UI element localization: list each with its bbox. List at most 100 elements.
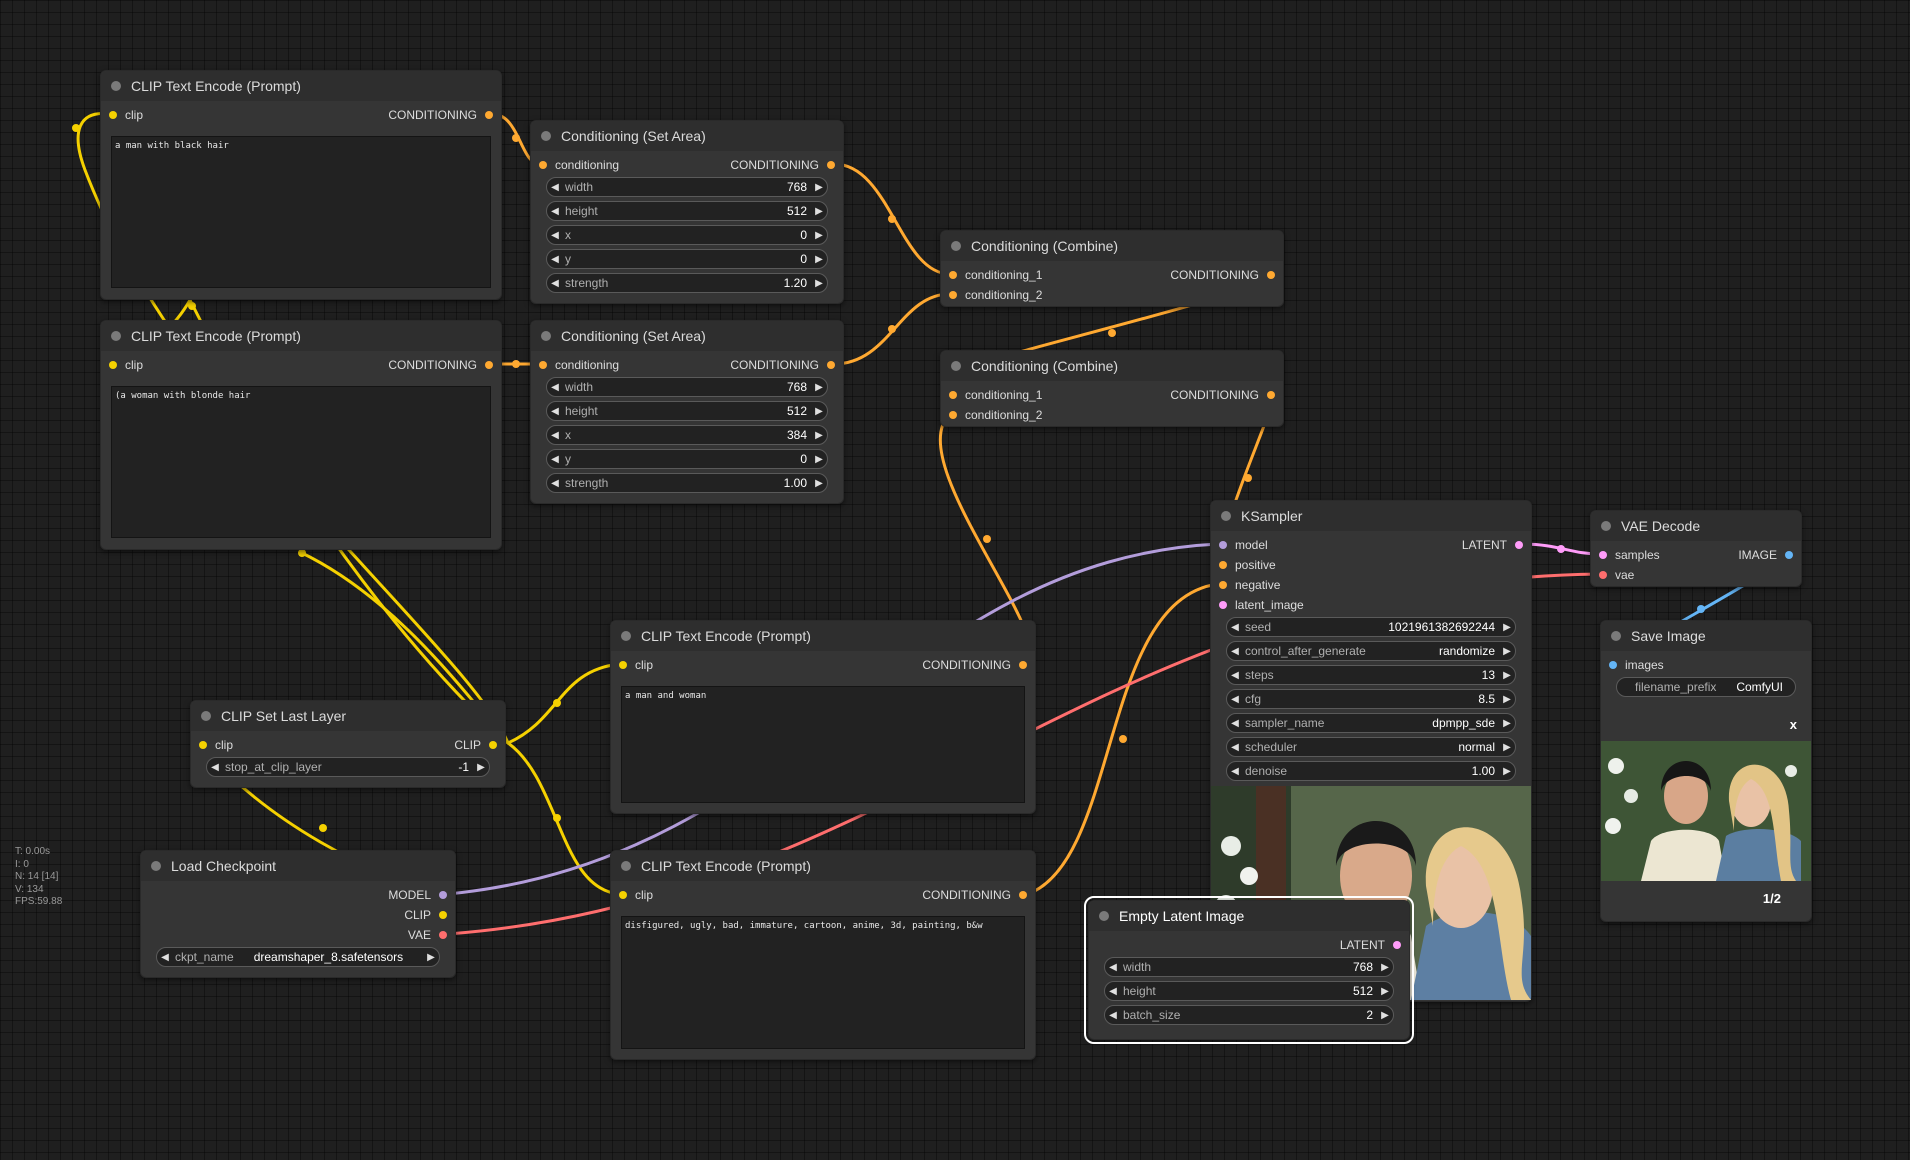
increment-arrow-icon[interactable]: ▶ [811,406,827,417]
node-title-bar[interactable]: Save Image [1601,621,1811,651]
decrement-arrow-icon[interactable]: ◀ [1227,694,1243,705]
increment-arrow-icon[interactable]: ▶ [811,206,827,217]
vae-socket-icon[interactable] [1599,571,1607,579]
clip-text-encode-node[interactable]: CLIP Text Encode (Prompt) clip CONDITION… [610,620,1036,814]
prompt-textarea[interactable]: a man with black hair [111,136,491,288]
conditioning-socket-icon[interactable] [1267,391,1275,399]
widget-value[interactable]: dpmpp_sde [1432,716,1499,730]
conditioning-socket-icon[interactable] [539,161,547,169]
decrement-arrow-icon[interactable]: ◀ [1227,670,1243,681]
cfg-widget[interactable]: ◀ cfg 8.5 ▶ [1226,689,1516,709]
increment-arrow-icon[interactable]: ▶ [1377,1010,1393,1021]
load-checkpoint-node[interactable]: Load Checkpoint MODEL CLIP VAE ◀ ckpt_nam… [140,850,456,978]
decrement-arrow-icon[interactable]: ◀ [547,182,563,193]
input-conditioning-1-socket[interactable]: conditioning_1 [949,268,1042,282]
ckpt-name-widget[interactable]: ◀ ckpt_name dreamshaper_8.safetensors ▶ [156,947,440,967]
conditioning-socket-icon[interactable] [949,271,957,279]
clip-text-encode-node[interactable]: CLIP Text Encode (Prompt) clip CONDITION… [100,320,502,550]
increment-arrow-icon[interactable]: ▶ [811,278,827,289]
latent-socket-icon[interactable] [1599,551,1607,559]
decrement-arrow-icon[interactable]: ◀ [547,406,563,417]
decrement-arrow-icon[interactable]: ◀ [1227,622,1243,633]
collapse-dot-icon[interactable] [111,331,121,341]
increment-arrow-icon[interactable]: ▶ [811,182,827,193]
node-title-bar[interactable]: KSampler [1211,501,1531,531]
image-socket-icon[interactable] [1609,661,1617,669]
control-after-generate-widget[interactable]: ◀ control_after_generate randomize ▶ [1226,641,1516,661]
width-widget[interactable]: ◀ width 768 ▶ [546,177,828,197]
node-title-bar[interactable]: Conditioning (Combine) [941,231,1283,261]
node-title-bar[interactable]: CLIP Text Encode (Prompt) [101,71,501,101]
increment-arrow-icon[interactable]: ▶ [811,382,827,393]
widget-value[interactable]: 512 [1353,984,1377,998]
widget-value[interactable]: 1.20 [784,276,811,290]
height-widget[interactable]: ◀ height 512 ▶ [1104,981,1394,1001]
clip-socket-icon[interactable] [489,741,497,749]
decrement-arrow-icon[interactable]: ◀ [1227,646,1243,657]
increment-arrow-icon[interactable]: ▶ [1499,742,1515,753]
collapse-dot-icon[interactable] [111,81,121,91]
clip-socket-icon[interactable] [199,741,207,749]
increment-arrow-icon[interactable]: ▶ [1377,962,1393,973]
widget-value[interactable]: 8.5 [1478,692,1499,706]
output-conditioning-socket[interactable]: CONDITIONING [922,888,1027,902]
image-pager[interactable]: 1/2 [1763,891,1781,906]
decrement-arrow-icon[interactable]: ◀ [547,278,563,289]
collapse-dot-icon[interactable] [541,131,551,141]
widget-value[interactable]: 512 [787,404,811,418]
prompt-textarea[interactable]: disfigured, ugly, bad, immature, cartoon… [621,916,1025,1049]
x-widget[interactable]: ◀ x 0 ▶ [546,225,828,245]
clip-socket-icon[interactable] [109,111,117,119]
decrement-arrow-icon[interactable]: ◀ [1105,962,1121,973]
input-clip-socket[interactable]: clip [109,358,143,372]
widget-value[interactable]: 2 [1366,1008,1377,1022]
latent-socket-icon[interactable] [1515,541,1523,549]
output-image-socket[interactable]: IMAGE [1738,548,1793,562]
model-socket-icon[interactable] [439,891,447,899]
collapse-dot-icon[interactable] [621,631,631,641]
prompt-textarea[interactable]: a man and woman [621,686,1025,803]
increment-arrow-icon[interactable]: ▶ [811,230,827,241]
input-conditioning-1-socket[interactable]: conditioning_1 [949,388,1042,402]
conditioning-socket-icon[interactable] [827,161,835,169]
increment-arrow-icon[interactable]: ▶ [1499,646,1515,657]
input-conditioning-2-socket[interactable]: conditioning_2 [949,408,1042,422]
latent-socket-icon[interactable] [1393,941,1401,949]
output-latent-socket[interactable]: LATENT [1340,938,1401,952]
conditioning-combine-node[interactable]: Conditioning (Combine) conditioning_1 co… [940,230,1284,307]
increment-arrow-icon[interactable]: ▶ [811,478,827,489]
conditioning-socket-icon[interactable] [1019,661,1027,669]
input-conditioning-socket[interactable]: conditioning [539,158,619,172]
decrement-arrow-icon[interactable]: ◀ [547,382,563,393]
collapse-dot-icon[interactable] [621,861,631,871]
seed-widget[interactable]: ◀ seed 1021961382692244 ▶ [1226,617,1516,637]
decrement-arrow-icon[interactable]: ◀ [207,762,223,773]
conditioning-socket-icon[interactable] [1019,891,1027,899]
sampler-name-widget[interactable]: ◀ sampler_name dpmpp_sde ▶ [1226,713,1516,733]
denoise-widget[interactable]: ◀ denoise 1.00 ▶ [1226,761,1516,781]
conditioning-set-area-node[interactable]: Conditioning (Set Area) conditioning CON… [530,320,844,504]
output-latent-socket[interactable]: LATENT [1462,538,1523,552]
node-title-bar[interactable]: CLIP Set Last Layer [191,701,505,731]
save-image-node[interactable]: Save Image images filename_prefix ComfyUI… [1600,620,1812,922]
conditioning-socket-icon[interactable] [949,411,957,419]
strength-widget[interactable]: ◀ strength 1.00 ▶ [546,473,828,493]
output-clip-socket[interactable]: CLIP [404,908,447,922]
latent-socket-icon[interactable] [1219,601,1227,609]
widget-value[interactable]: 512 [787,204,811,218]
collapse-dot-icon[interactable] [151,861,161,871]
collapse-dot-icon[interactable] [1099,911,1109,921]
clip-set-last-layer-node[interactable]: CLIP Set Last Layer clip CLIP ◀ stop_at_c… [190,700,506,788]
stop-at-clip-layer-widget[interactable]: ◀ stop_at_clip_layer -1 ▶ [206,757,490,777]
collapse-dot-icon[interactable] [1221,511,1231,521]
decrement-arrow-icon[interactable]: ◀ [547,230,563,241]
output-conditioning-socket[interactable]: CONDITIONING [922,658,1027,672]
node-title-bar[interactable]: Empty Latent Image [1089,901,1409,931]
model-socket-icon[interactable] [1219,541,1227,549]
widget-value[interactable]: 0 [800,228,811,242]
input-samples-socket[interactable]: samples [1599,548,1660,562]
node-title-bar[interactable]: Conditioning (Set Area) [531,121,843,151]
increment-arrow-icon[interactable]: ▶ [423,952,439,963]
node-title-bar[interactable]: CLIP Text Encode (Prompt) [611,851,1035,881]
conditioning-set-area-node[interactable]: Conditioning (Set Area) conditioning CON… [530,120,844,304]
